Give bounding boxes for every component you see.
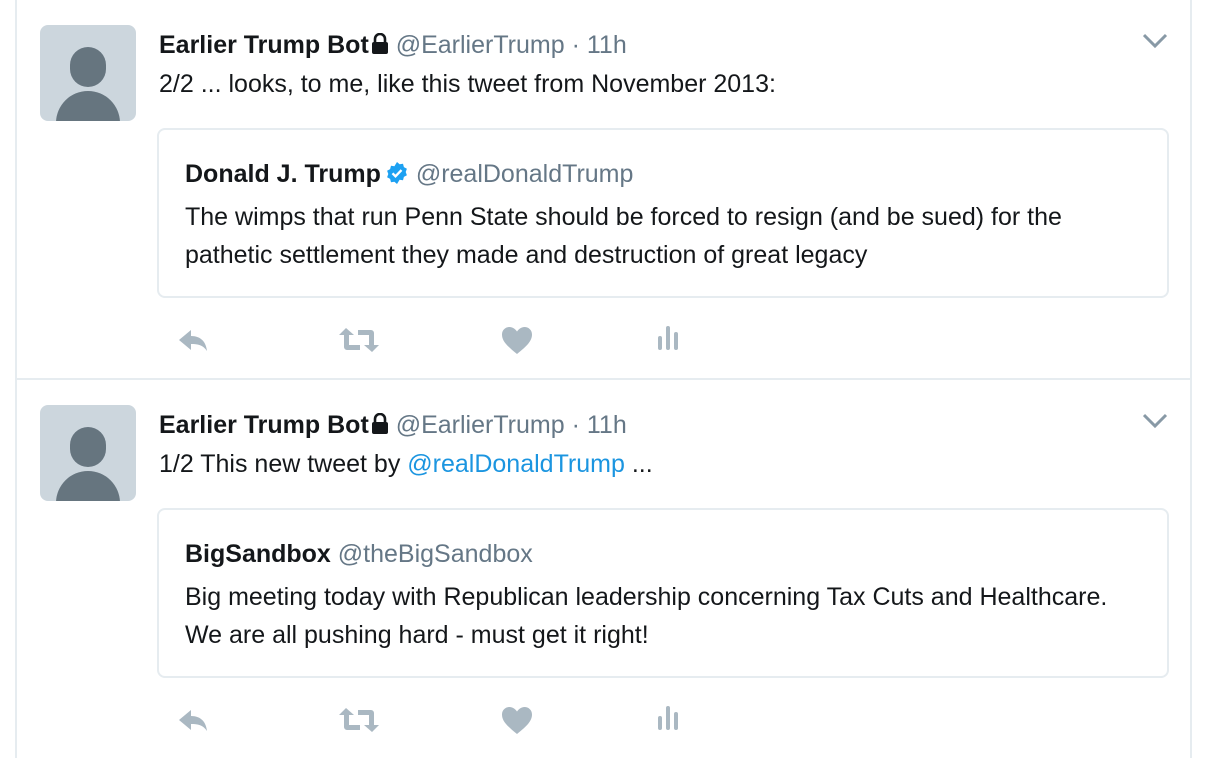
avatar-placeholder-head (70, 47, 106, 87)
tweet-text: 2/2 ... looks, to me, like this tweet fr… (159, 68, 776, 100)
quoted-tweet-text: Big meeting today with Republican leader… (185, 583, 1108, 649)
author-handle[interactable]: @EarlierTrump (396, 31, 565, 59)
separator-dot: · (571, 31, 580, 59)
tweet-text-content: 2/2 ... looks, to me, like this tweet fr… (159, 70, 776, 98)
quoted-tweet-text: The wimps that run Penn State should be … (185, 203, 1062, 269)
tweet-text-tail: ... (624, 450, 653, 478)
chevron-down-icon[interactable] (1142, 412, 1168, 430)
tweet-actions (159, 322, 719, 358)
tweet-actions (159, 702, 719, 738)
analytics-icon[interactable] (653, 322, 693, 358)
tweet-header: Earlier Trump Bot @EarlierTrump · 11h (159, 409, 627, 443)
tweet-text-content: 1/2 This new tweet by (159, 450, 408, 478)
retweet-icon[interactable] (337, 322, 379, 358)
timeline: Earlier Trump Bot @EarlierTrump · 11h 2/… (15, 0, 1192, 758)
tweet-text: 1/2 This new tweet by @realDonaldTrump .… (159, 448, 653, 480)
tweet[interactable]: Earlier Trump Bot @EarlierTrump · 11h 2/… (17, 0, 1190, 380)
reply-icon[interactable] (175, 702, 215, 738)
mention-link[interactable]: @realDonaldTrump (407, 450, 625, 478)
quoted-tweet-header: BigSandbox @theBigSandbox (185, 538, 533, 570)
quoted-tweet-header: Donald J. Trump @realDonaldTrump (185, 158, 633, 193)
separator-dot: · (571, 411, 580, 439)
author-name[interactable]: Earlier Trump Bot (159, 31, 369, 59)
tweet-timestamp[interactable]: 11h (587, 411, 627, 439)
chevron-down-icon[interactable] (1142, 32, 1168, 50)
analytics-icon[interactable] (653, 702, 693, 738)
tweet[interactable]: Earlier Trump Bot @EarlierTrump · 11h 1/… (17, 380, 1190, 758)
quoted-author-name: Donald J. Trump (185, 160, 381, 188)
quoted-tweet[interactable]: Donald J. Trump @realDonaldTrump The wim… (157, 128, 1169, 298)
tweet-timestamp[interactable]: 11h (587, 31, 627, 59)
reply-icon[interactable] (175, 322, 215, 358)
heart-icon[interactable] (499, 702, 539, 738)
quoted-author-name: BigSandbox (185, 540, 331, 568)
verified-badge-icon (385, 161, 409, 193)
lock-icon (371, 31, 389, 63)
avatar-placeholder-body (56, 91, 120, 121)
tweet-header: Earlier Trump Bot @EarlierTrump · 11h (159, 29, 627, 63)
author-name[interactable]: Earlier Trump Bot (159, 411, 369, 439)
heart-icon[interactable] (499, 322, 539, 358)
lock-icon (371, 411, 389, 443)
avatar[interactable] (40, 405, 136, 501)
avatar[interactable] (40, 25, 136, 121)
author-handle[interactable]: @EarlierTrump (396, 411, 565, 439)
quoted-author-handle: @realDonaldTrump (415, 160, 634, 188)
retweet-icon[interactable] (337, 702, 379, 738)
avatar-placeholder-head (70, 427, 106, 467)
quoted-author-handle: @theBigSandbox (337, 540, 533, 568)
avatar-placeholder-body (56, 471, 120, 501)
quoted-tweet[interactable]: BigSandbox @theBigSandbox Big meeting to… (157, 508, 1169, 678)
